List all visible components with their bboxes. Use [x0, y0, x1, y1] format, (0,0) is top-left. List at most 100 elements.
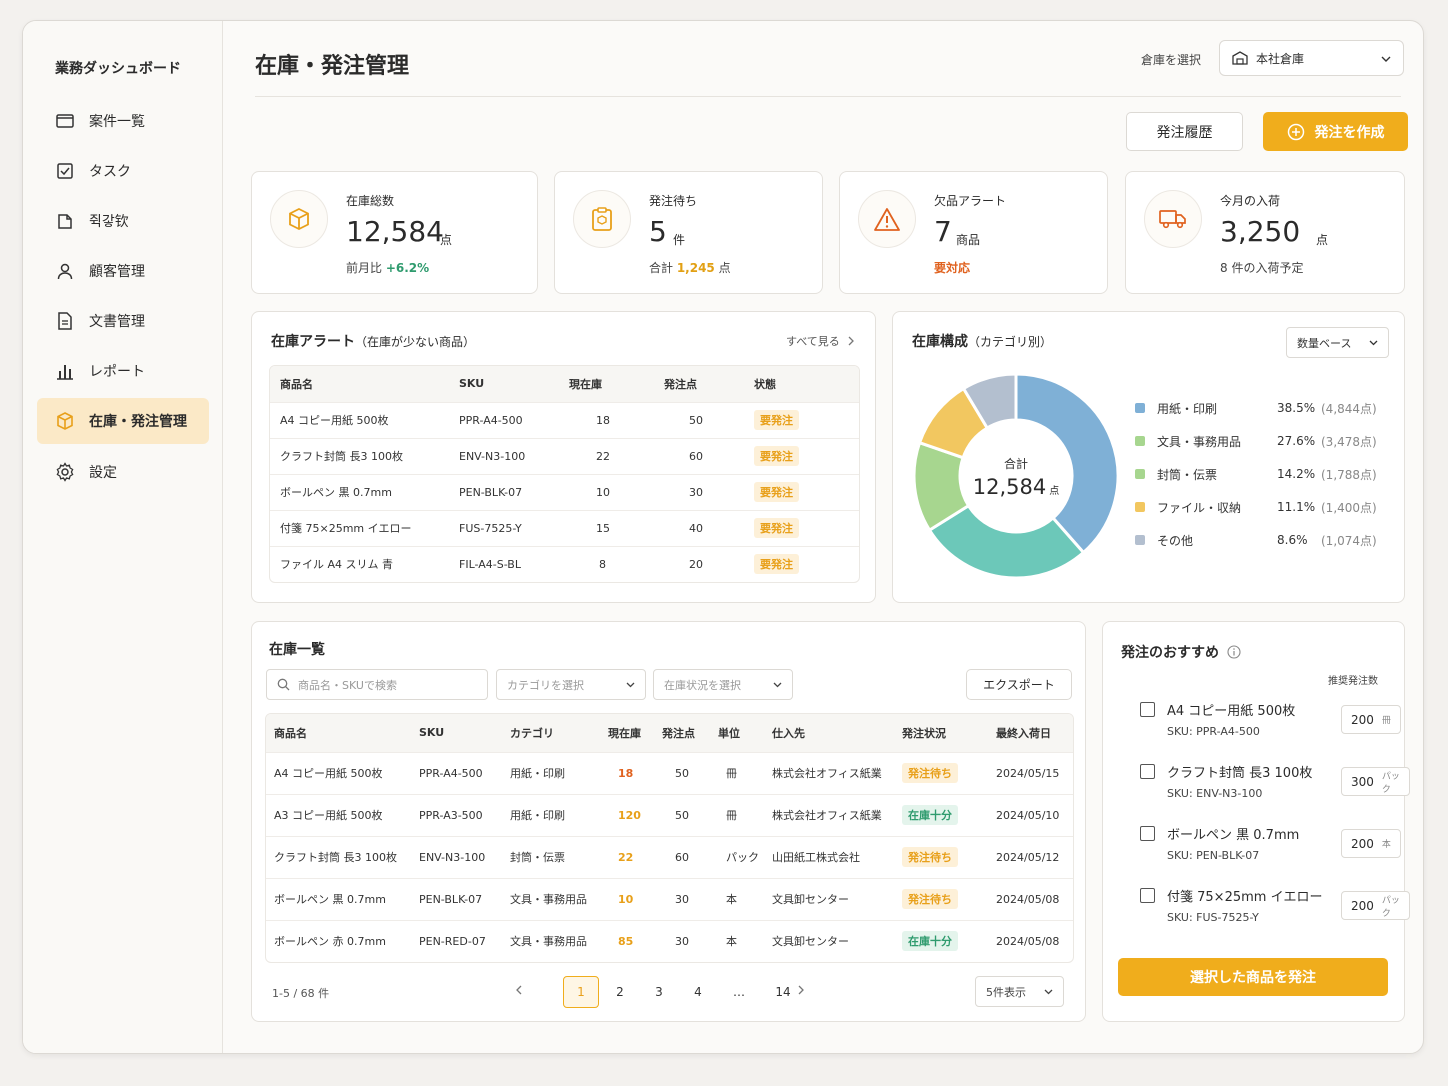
- export-button[interactable]: エクスポート: [966, 669, 1072, 700]
- cell-name: ボールペン 赤 0.7mm: [266, 919, 419, 962]
- composition-title: 在庫構成（カテゴリ別）: [912, 334, 1053, 350]
- kpi-sub: 前月比 +6.2%: [346, 261, 430, 275]
- table-row[interactable]: ボールペン 黒 0.7mm PEN-BLK-07 文具・事務用品 10 30 本文具卸セン…: [266, 877, 1073, 920]
- cell-date: 2024/05/10: [996, 793, 1073, 836]
- search-icon: [277, 678, 290, 691]
- table-row[interactable]: A4 コピー用紙 500枚 PPR-A4-500 用紙・印刷 18 50 冊株式会社オフィ…: [266, 751, 1073, 794]
- sidebar-item-tasks[interactable]: タスク: [37, 148, 209, 194]
- sidebar-item-documents[interactable]: 文書管理: [37, 298, 209, 344]
- table-row[interactable]: ボールペン 黒 0.7mm PEN-BLK-07 10 30 要発注: [270, 473, 859, 510]
- table-row[interactable]: A3 コピー用紙 500枚 PPR-A3-500 用紙・印刷 120 50 冊株式会社オフ…: [266, 793, 1073, 836]
- page-button-14[interactable]: 14: [765, 976, 801, 1008]
- cell-sku: ENV-N3-100: [459, 437, 569, 474]
- cell-status: 発注待ち: [902, 751, 996, 794]
- document-icon: [55, 311, 75, 331]
- order-selected-button[interactable]: 選択した商品を発注: [1118, 958, 1388, 996]
- inventory-table: 商品名 SKU カテゴリ 現在庫 発注点 単位 仕入先 発注状況 最終入荷日 A…: [265, 713, 1074, 963]
- cell-status: 発注待ち: [902, 835, 996, 878]
- stock-composition-card: 在庫構成（カテゴリ別） 数量ベース 合計 12,584 点: [892, 311, 1405, 603]
- column-header: 発注点: [662, 714, 718, 752]
- select-checkbox[interactable]: [1140, 702, 1155, 717]
- warehouse-icon: [1232, 51, 1248, 65]
- legend-percent: 11.1%: [1277, 500, 1316, 514]
- cell-status: 在庫十分: [902, 793, 996, 836]
- composition-subtitle: （カテゴリ別）: [968, 335, 1053, 349]
- order-status-badge: 発注待ち: [902, 847, 958, 867]
- warehouse-select[interactable]: 本社倉庫: [1219, 40, 1404, 76]
- cell-category: 用紙・印刷: [510, 793, 608, 836]
- prev-page-button[interactable]: [516, 984, 522, 998]
- cell-name: ボールペン 黒 0.7mm: [270, 473, 459, 510]
- legend-count: (1,400点): [1321, 500, 1377, 515]
- quantity-input[interactable]: 200 本: [1341, 829, 1401, 858]
- quantity-unit: 冊: [1381, 716, 1391, 726]
- cell-date: 2024/05/15: [996, 751, 1073, 794]
- recommendation-sku: SKU: ENV-N3-100: [1167, 787, 1263, 800]
- header-divider: [255, 96, 1401, 97]
- page-button-3[interactable]: 3: [641, 976, 677, 1008]
- page-ellipsis: …: [733, 985, 745, 999]
- page-button-1[interactable]: 1: [563, 976, 599, 1008]
- stock-status-select[interactable]: 在庫状況を選択: [653, 669, 793, 700]
- stock-alert-card: 在庫アラート（在庫が少ない商品） すべて見る 商品名 SKU 現在庫 発注点 状…: [251, 311, 876, 603]
- sidebar-item-customers[interactable]: 顧客管理: [37, 248, 209, 294]
- cell-stock: 85: [608, 919, 662, 962]
- table-row[interactable]: ボールペン 赤 0.7mm PEN-RED-07 文具・事務用品 85 30 本文具卸セン…: [266, 919, 1073, 962]
- see-all-link[interactable]: すべて見る: [786, 333, 854, 349]
- warehouse-value: 本社倉庫: [1256, 51, 1305, 66]
- page-title: 在庫・発注管理: [255, 54, 410, 79]
- cell-name: ファイル A4 スリム 青: [270, 545, 459, 582]
- cell-unit: 冊: [718, 751, 772, 794]
- page-button-2[interactable]: 2: [602, 976, 638, 1008]
- sidebar-item-settings[interactable]: 設定: [37, 449, 209, 495]
- kpi-label: 発注待ち: [649, 194, 698, 208]
- cell-unit: 冊: [718, 793, 772, 836]
- order-history-button[interactable]: 発注履歴: [1126, 112, 1243, 151]
- page-button-4[interactable]: 4: [680, 976, 716, 1008]
- order-status-badge: 在庫十分: [902, 805, 958, 825]
- table-row[interactable]: クラフト封筒 長3 100枚 ENV-N3-100 22 60 要発注: [270, 437, 859, 474]
- cell-sku: PPR-A3-500: [419, 793, 510, 836]
- sidebar-item-notes[interactable]: 쥑갛钦: [37, 198, 209, 244]
- page-size-select[interactable]: 5件表示: [975, 976, 1064, 1007]
- table-row[interactable]: 付箋 75×25mm イエロー FUS-7525-Y 15 40 要発注: [270, 509, 859, 546]
- table-row[interactable]: クラフト封筒 長3 100枚 ENV-N3-100 封筒・伝票 22 60 パック 山田紙工…: [266, 835, 1073, 878]
- cell-name: A4 コピー用紙 500枚: [266, 751, 419, 794]
- legend-swatch: [1135, 403, 1145, 413]
- search-input[interactable]: 商品名・SKUで検索: [266, 669, 488, 700]
- basis-select[interactable]: 数量ベース: [1286, 327, 1389, 358]
- category-select[interactable]: カテゴリを選択: [496, 669, 646, 700]
- column-header: SKU: [459, 366, 569, 402]
- cell-sku: PPR-A4-500: [459, 401, 569, 438]
- sidebar-item-projects[interactable]: 案件一覧: [37, 98, 209, 144]
- cell-sku: PPR-A4-500: [419, 751, 510, 794]
- legend-percent: 8.6%: [1277, 533, 1308, 547]
- kpi-unit: 件: [673, 233, 686, 247]
- status-badge: 要発注: [754, 518, 799, 538]
- table-row[interactable]: ファイル A4 スリム 青 FIL-A4-S-BL 8 20 要発注: [270, 545, 859, 582]
- kpi-unit: 点: [1316, 233, 1329, 247]
- cell-stock: 10: [569, 473, 664, 510]
- select-checkbox[interactable]: [1140, 826, 1155, 841]
- cell-sku: PEN-RED-07: [419, 919, 510, 962]
- legend-swatch: [1135, 436, 1145, 446]
- cell-reorder: 50: [664, 401, 754, 438]
- kpi-value: 3,250: [1220, 215, 1301, 248]
- create-order-button[interactable]: 発注を作成: [1263, 112, 1408, 151]
- sidebar-item-label: 文書管理: [89, 314, 145, 330]
- cell-date: 2024/05/12: [996, 835, 1073, 878]
- info-icon[interactable]: [1227, 645, 1241, 659]
- sidebar-item-inventory[interactable]: 在庫・発注管理: [37, 398, 209, 444]
- legend-label: その他: [1157, 533, 1194, 548]
- table-row[interactable]: A4 コピー用紙 500枚 PPR-A4-500 18 50 要発注: [270, 401, 859, 438]
- select-checkbox[interactable]: [1140, 888, 1155, 903]
- quantity-input[interactable]: 200 パック: [1341, 891, 1410, 920]
- quantity-input[interactable]: 300 パック: [1341, 767, 1410, 796]
- quantity-input[interactable]: 200 冊: [1341, 705, 1401, 734]
- kpi-label: 今月の入荷: [1220, 194, 1281, 208]
- select-checkbox[interactable]: [1140, 764, 1155, 779]
- sidebar-item-reports[interactable]: レポート: [37, 348, 209, 394]
- legend-label: 封筒・伝票: [1157, 467, 1218, 482]
- legend-percent: 14.2%: [1277, 467, 1316, 481]
- cell-supplier: 文具卸センター: [772, 877, 902, 920]
